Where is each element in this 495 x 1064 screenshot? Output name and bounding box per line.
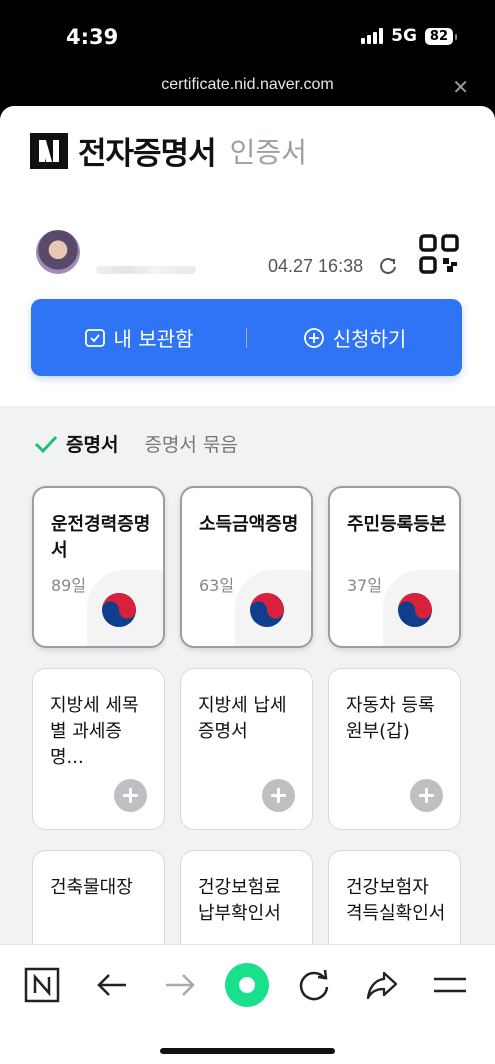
card-title: 건축물대장 xyxy=(50,877,133,898)
page-title: 전자증명서 xyxy=(78,136,217,172)
url-text[interactable]: certificate.nid.naver.com xyxy=(0,76,495,94)
naver-logo-icon[interactable] xyxy=(30,132,68,169)
card-title: 운전경력증명서 xyxy=(51,514,151,561)
card-days: 37일 xyxy=(347,576,383,595)
certificate-card[interactable]: 건강보험료 납부확인서 xyxy=(180,850,313,944)
storage-box-icon xyxy=(84,328,105,347)
certificate-card[interactable]: 자동차 등록원부(갑) xyxy=(328,668,461,830)
taegeuk-emblem-icon xyxy=(235,570,311,646)
certificate-card-owned[interactable]: 운전경력증명서 89일 xyxy=(32,486,165,648)
card-days: 63일 xyxy=(199,576,235,595)
add-icon[interactable] xyxy=(262,779,295,812)
apply-label: 신청하기 xyxy=(332,327,407,351)
check-icon xyxy=(34,435,58,453)
battery-icon: 82 xyxy=(424,27,458,45)
taegeuk-emblem-icon xyxy=(383,570,459,646)
certificate-card[interactable]: 건축물대장 xyxy=(32,850,165,944)
signal-icon xyxy=(361,28,384,44)
qr-code-icon[interactable] xyxy=(419,234,459,278)
status-indicators: 5G 82 xyxy=(361,26,458,46)
reload-icon[interactable] xyxy=(296,967,332,1007)
home-indicator xyxy=(160,1048,335,1054)
certificate-card-owned[interactable]: 소득금액증명 63일 xyxy=(180,486,313,648)
add-icon[interactable] xyxy=(410,779,443,812)
share-icon[interactable] xyxy=(364,967,400,1007)
plus-circle-icon xyxy=(303,327,324,348)
certificate-card[interactable]: 건강보험자 격득실확인서 xyxy=(328,850,461,944)
avatar[interactable] xyxy=(36,230,80,274)
back-arrow-icon[interactable] xyxy=(94,967,130,1007)
certificate-card-owned[interactable]: 주민등록등본 37일 xyxy=(328,486,461,648)
card-title: 건강보험료 납부확인서 xyxy=(198,877,281,924)
status-time: 4:39 xyxy=(66,25,119,49)
card-title: 자동차 등록원부(갑) xyxy=(346,695,435,742)
card-title: 건강보험자 격득실확인서 xyxy=(346,877,446,924)
close-icon[interactable]: ✕ xyxy=(452,75,469,99)
tab-certificate[interactable]: 인증서 xyxy=(230,131,307,171)
certificate-tabs: 증명서 증명서 묶음 xyxy=(34,430,238,457)
apply-button[interactable]: 신청하기 xyxy=(247,323,462,352)
status-bar: 4:39 5G 82 xyxy=(0,0,495,72)
my-storage-button[interactable]: 내 보관함 xyxy=(31,323,246,352)
certificate-section: 증명서 증명서 묶음 운전경력증명서 89일 소득금액증명 63일 주민등록등본… xyxy=(0,406,495,944)
tab-certificates[interactable]: 증명서 xyxy=(66,430,118,457)
updated-timestamp: 04.27 16:38 xyxy=(268,256,364,276)
add-icon[interactable] xyxy=(114,779,147,812)
network-type: 5G xyxy=(391,26,417,46)
page-content: 전자증명서 인증서 04.27 16:38 내 보관함 신청하기 증명서 증명서… xyxy=(0,106,495,944)
taegeuk-emblem-icon xyxy=(87,570,163,646)
certificate-card[interactable]: 지방세 세목별 과세증명... xyxy=(32,668,165,830)
naver-home-icon[interactable] xyxy=(24,967,60,1007)
certificate-card[interactable]: 지방세 납세증명서 xyxy=(180,668,313,830)
user-name-blurred xyxy=(96,266,196,274)
card-title: 지방세 납세증명서 xyxy=(198,695,287,742)
action-bar: 내 보관함 신청하기 xyxy=(31,299,462,376)
tab-certificate-bundle[interactable]: 증명서 묶음 xyxy=(144,430,237,457)
browser-url-bar[interactable]: certificate.nid.naver.com ✕ xyxy=(0,72,495,106)
refresh-icon[interactable] xyxy=(378,256,398,280)
forward-arrow-icon[interactable] xyxy=(162,967,198,1007)
my-storage-label: 내 보관함 xyxy=(113,327,194,351)
card-days: 89일 xyxy=(51,576,87,595)
card-title: 주민등록등본 xyxy=(347,514,447,535)
card-title: 소득금액증명 xyxy=(199,514,299,535)
browser-bottom-bar xyxy=(0,944,495,1064)
page-header: 전자증명서 인증서 xyxy=(30,128,307,173)
menu-icon[interactable] xyxy=(432,971,468,1003)
green-dot-icon[interactable] xyxy=(224,962,270,1012)
card-title: 지방세 세목별 과세증명... xyxy=(50,695,139,768)
